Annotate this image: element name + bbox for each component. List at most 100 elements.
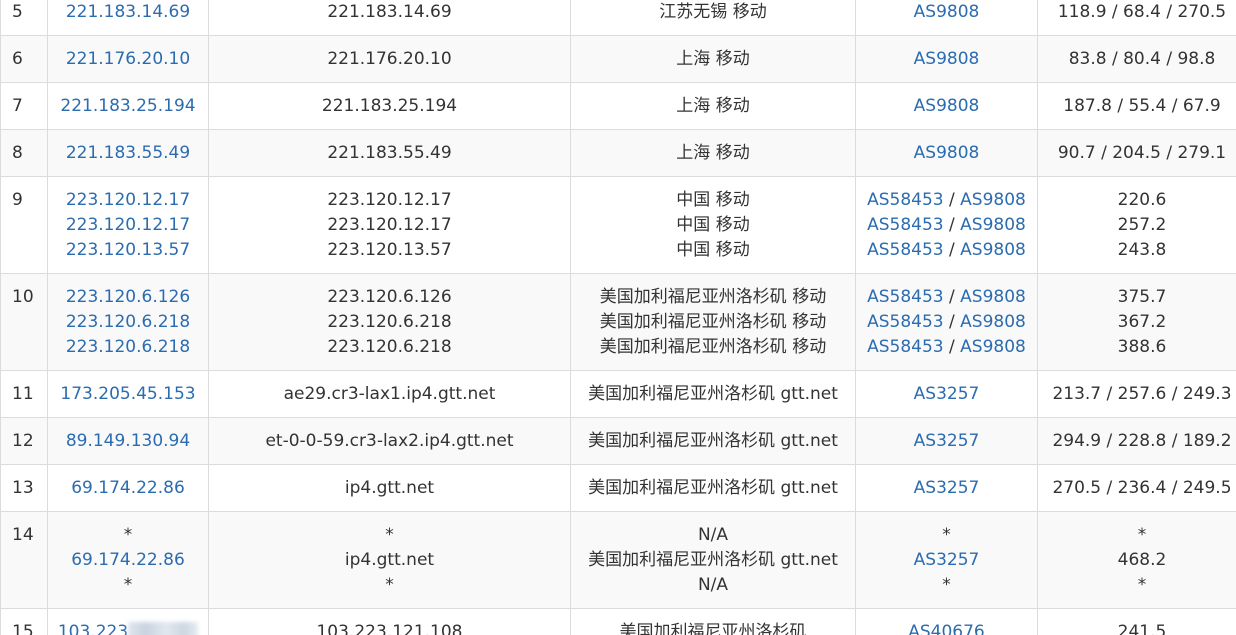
ip-link[interactable]: 221.183.14.69 — [66, 2, 190, 22]
ip-link[interactable]: 69.174.22.86 — [71, 550, 185, 570]
asn-link[interactable]: AS58453 — [867, 215, 944, 235]
ip-link[interactable]: 221.176.20.10 — [66, 49, 190, 69]
ip-link[interactable]: 223.120.6.218 — [66, 312, 190, 332]
table-row: 15 103.223 103.223.121.108 美国加利福尼亚州洛杉矶 AS406… — [0, 608, 1236, 635]
ip-empty: * — [123, 525, 133, 545]
location-cell: 美国加利福尼亚州洛杉矶 — [570, 608, 856, 635]
asn-link[interactable]: AS9808 — [960, 240, 1026, 260]
location-cell: N/A 美国加利福尼亚州洛杉矶 gtt.net N/A — [570, 511, 856, 609]
asn-link[interactable]: AS58453 — [867, 287, 944, 307]
hostname: * — [385, 575, 394, 595]
ip-link[interactable]: 173.205.45.153 — [60, 384, 195, 404]
asn-link[interactable]: AS9808 — [914, 96, 980, 116]
ip-link[interactable]: 103.223 — [58, 622, 128, 635]
hop-number: 9 — [12, 190, 23, 210]
asn-link[interactable]: AS9808 — [914, 2, 980, 22]
latency-ms: 257.2 — [1117, 215, 1167, 235]
hop-cell: 11 — [0, 370, 48, 418]
location: 上海 移动 — [676, 143, 750, 163]
asn-link[interactable]: AS9808 — [914, 49, 980, 69]
asn-link[interactable]: AS40676 — [908, 622, 985, 635]
table-row: 12 89.149.130.94 et-0-0-59.cr3-lax2.ip4.gt… — [0, 417, 1236, 465]
ip-cell: 173.205.45.153 — [47, 370, 209, 418]
hop-cell: 5 — [0, 0, 48, 36]
location: 江苏无锡 移动 — [659, 2, 767, 22]
hostname: 223.120.12.17 — [327, 190, 452, 210]
asn-link[interactable]: AS9808 — [960, 312, 1026, 332]
ip-link[interactable]: 223.120.6.126 — [66, 287, 190, 307]
ip-link[interactable]: 221.183.55.49 — [66, 143, 190, 163]
asn-link[interactable]: AS9808 — [914, 143, 980, 163]
hostname: 223.120.13.57 — [327, 240, 452, 260]
ip-link[interactable]: 223.120.13.57 — [66, 240, 190, 260]
hop-cell: 6 — [0, 35, 48, 83]
table-row: 11 173.205.45.153 ae29.cr3-lax1.ip4.gtt.ne… — [0, 370, 1236, 418]
table-row: 10 223.120.6.126 223.120.6.218 223.120.6.21… — [0, 273, 1236, 371]
asn-link[interactable]: AS9808 — [960, 337, 1026, 357]
location-cell: 江苏无锡 移动 — [570, 0, 856, 36]
hostname-cell: 221.183.14.69 — [208, 0, 571, 36]
location: 美国加利福尼亚州洛杉矶 移动 — [599, 337, 827, 357]
location: 美国加利福尼亚州洛杉矶 移动 — [599, 287, 827, 307]
location: 美国加利福尼亚州洛杉矶 gtt.net — [588, 550, 838, 570]
location: 上海 移动 — [676, 96, 750, 116]
ip-link[interactable]: 69.174.22.86 — [71, 478, 185, 498]
latency-cell: 220.6 257.2 243.8 — [1037, 176, 1236, 274]
asn-separator: / — [943, 337, 961, 357]
ip-link[interactable]: 223.120.12.17 — [66, 190, 190, 210]
asn-link[interactable]: AS9808 — [960, 190, 1026, 210]
location-cell: 美国加利福尼亚州洛杉矶 gtt.net — [570, 417, 856, 465]
asn-link[interactable]: AS9808 — [960, 215, 1026, 235]
ip-link[interactable]: 89.149.130.94 — [66, 431, 190, 451]
ip-cell: 221.183.25.194 — [47, 82, 209, 130]
asn-link[interactable]: AS58453 — [867, 312, 944, 332]
location-cell: 美国加利福尼亚州洛杉矶 gtt.net — [570, 464, 856, 512]
location: 上海 移动 — [676, 49, 750, 69]
ip-link[interactable]: 221.183.25.194 — [60, 96, 195, 116]
ip-cell: 221.176.20.10 — [47, 35, 209, 83]
asn-link[interactable]: AS3257 — [914, 431, 980, 451]
hostname: 223.120.12.17 — [327, 215, 452, 235]
traceroute-results: 4221.183.14.69221.183.14.69江苏无锡 移动AS9808… — [0, 0, 1236, 635]
hostname: 103.223.121.108 — [316, 622, 463, 635]
latency-cell: 241.5 — [1037, 608, 1236, 635]
hostname-cell: et-0-0-59.cr3-lax2.ip4.gtt.net — [208, 417, 571, 465]
table-row: 13 69.174.22.86 ip4.gtt.net 美国加利福尼亚州洛杉矶 gtt… — [0, 464, 1236, 512]
table-row: 6 221.176.20.10 221.176.20.10 上海 移动 AS9808 83… — [0, 35, 1236, 83]
hostname: ip4.gtt.net — [344, 550, 435, 570]
asn-separator: / — [943, 190, 961, 210]
latency-ms: 243.8 — [1117, 240, 1167, 260]
asn-link[interactable]: AS58453 — [867, 190, 944, 210]
table-row: 14 * 69.174.22.86 * * ip4.gtt.net * N/A 美国加利福尼亚州… — [0, 511, 1236, 609]
latency-ms: 375.7 — [1117, 287, 1167, 307]
hop-number: 5 — [12, 2, 23, 22]
asn-cell: AS58453 / AS9808 AS58453 / AS9808 AS58453 … — [855, 273, 1038, 371]
ip-link[interactable]: 223.120.12.17 — [66, 215, 190, 235]
ip-cell: 89.149.130.94 — [47, 417, 209, 465]
latency-ms: 187.8 / 55.4 / 67.9 — [1063, 96, 1221, 116]
asn-link[interactable]: AS3257 — [914, 478, 980, 498]
hop-number: 13 — [12, 478, 34, 498]
location-cell: 美国加利福尼亚州洛杉矶 gtt.net — [570, 370, 856, 418]
hop-cell: 12 — [0, 417, 48, 465]
hostname: et-0-0-59.cr3-lax2.ip4.gtt.net — [265, 431, 514, 451]
asn-link[interactable]: AS58453 — [867, 337, 944, 357]
asn-empty: * — [942, 525, 951, 545]
asn-link[interactable]: AS3257 — [914, 384, 980, 404]
hostname-cell: 221.183.55.49 — [208, 129, 571, 177]
hostname-cell: 223.120.6.126 223.120.6.218 223.120.6.218 — [208, 273, 571, 371]
hostname: 223.120.6.218 — [327, 337, 452, 357]
latency-cell: 270.5 / 236.4 / 249.5 — [1037, 464, 1236, 512]
hostname: ae29.cr3-lax1.ip4.gtt.net — [283, 384, 496, 404]
hostname-cell: ae29.cr3-lax1.ip4.gtt.net — [208, 370, 571, 418]
ip-cell: * 69.174.22.86 * — [47, 511, 209, 609]
asn-link[interactable]: AS58453 — [867, 240, 944, 260]
asn-link[interactable]: AS3257 — [914, 550, 980, 570]
hop-number: 12 — [12, 431, 34, 451]
hop-cell: 9 — [0, 176, 48, 274]
location: N/A — [697, 575, 729, 595]
location: 美国加利福尼亚州洛杉矶 gtt.net — [588, 431, 838, 451]
ip-link[interactable]: 223.120.6.218 — [66, 337, 190, 357]
asn-link[interactable]: AS9808 — [960, 287, 1026, 307]
hop-cell: 13 — [0, 464, 48, 512]
